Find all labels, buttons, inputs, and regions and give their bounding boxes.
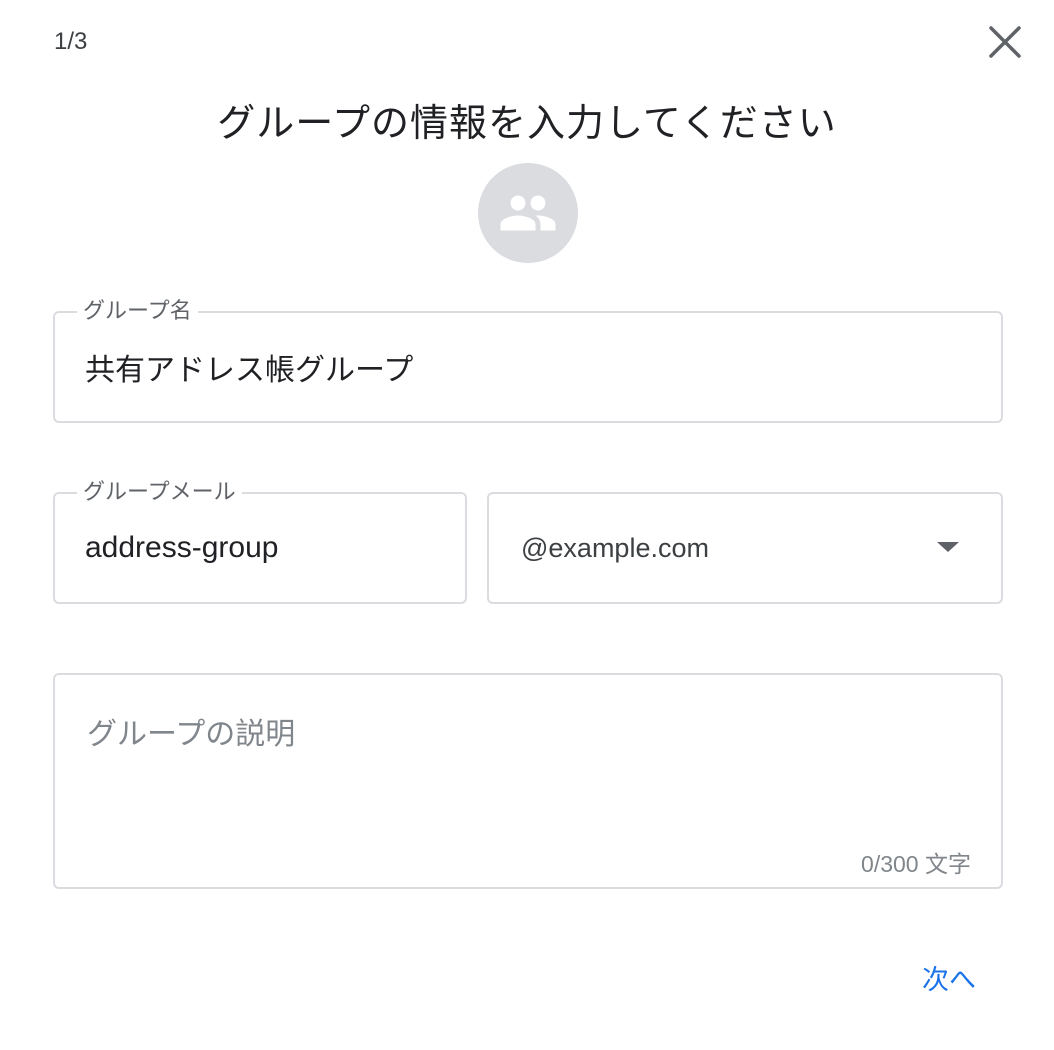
group-name-field[interactable]: グループ名 共有アドレス帳グループ [53, 297, 1003, 423]
close-icon [989, 26, 1021, 58]
group-icon [500, 195, 556, 231]
next-button[interactable]: 次へ [922, 958, 976, 997]
domain-select[interactable]: @example.com [487, 492, 1003, 604]
group-email-value[interactable]: address-group [85, 494, 278, 602]
dialog-title: グループの情報を入力してください [217, 103, 837, 145]
group-email-field[interactable]: グループメール address-group [53, 478, 467, 604]
character-counter: 0/300 文字 [861, 851, 971, 877]
domain-select-value: @example.com [521, 532, 709, 563]
group-description-field[interactable]: グループの説明 0/300 文字 [53, 673, 1003, 889]
dropdown-arrow-icon [937, 542, 959, 552]
close-button[interactable] [985, 22, 1025, 62]
group-name-value[interactable]: 共有アドレス帳グループ [85, 313, 413, 421]
step-indicator: 1/3 [54, 28, 88, 55]
group-avatar[interactable] [478, 163, 578, 263]
description-placeholder: グループの説明 [87, 718, 296, 751]
